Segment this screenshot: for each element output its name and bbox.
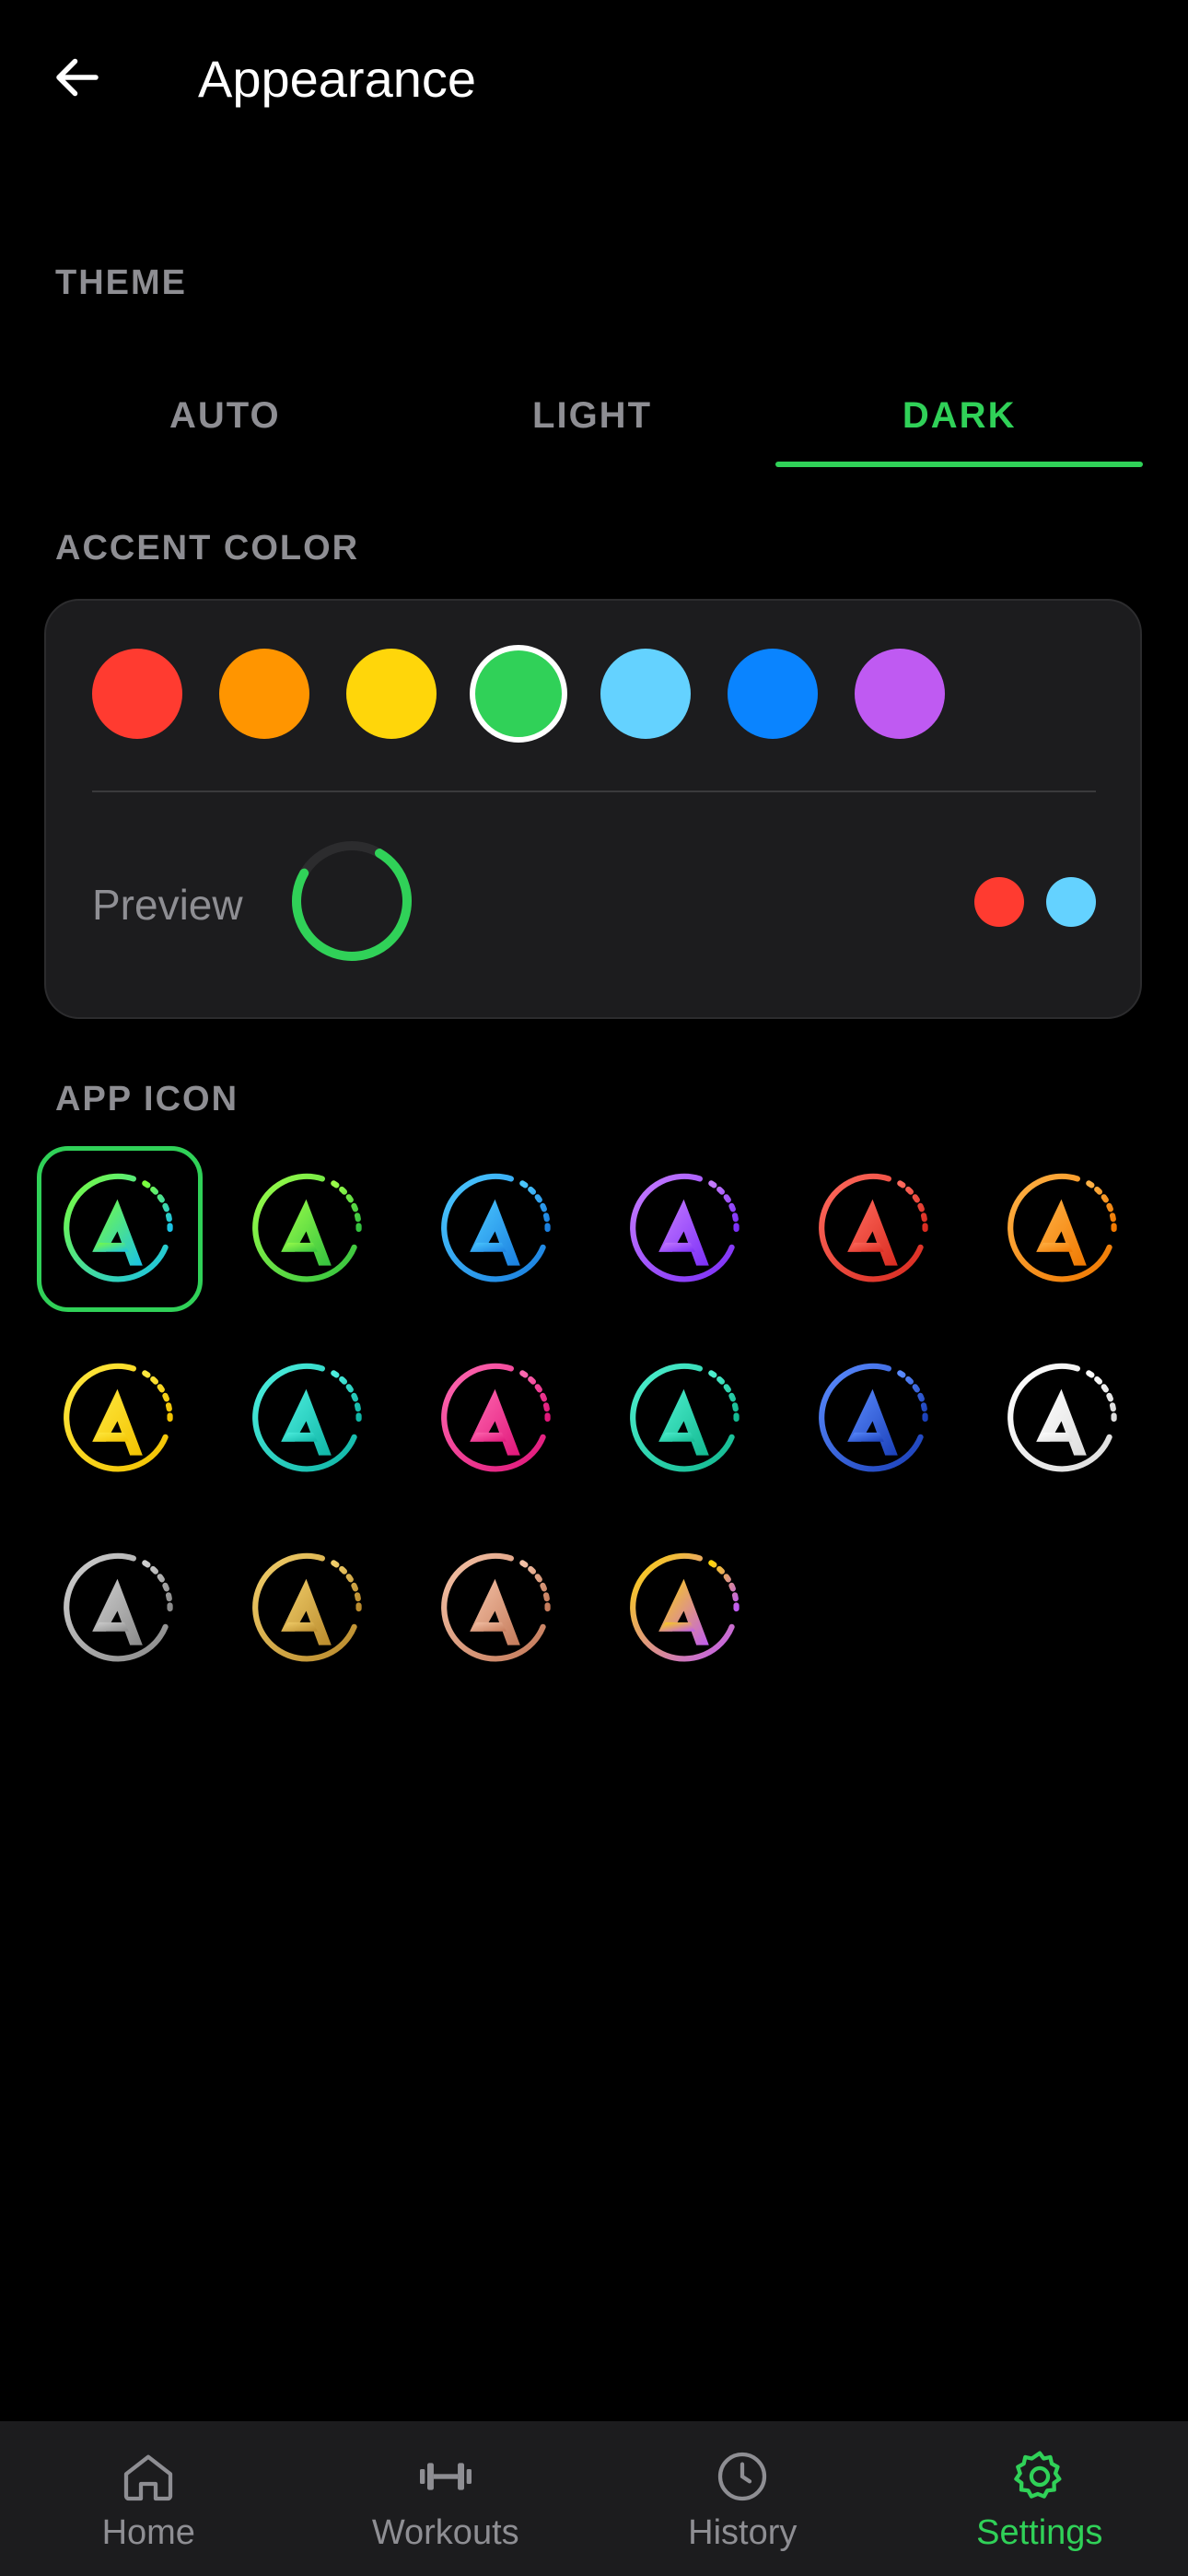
app-icon-option-red[interactable] <box>792 1146 958 1312</box>
app-icon-option-silver[interactable] <box>37 1526 203 1692</box>
nav-workouts[interactable]: Workouts <box>297 2421 595 2576</box>
app-logo-icon <box>441 1552 551 1662</box>
home-icon <box>124 2454 173 2501</box>
accent-color-card: Preview <box>44 599 1142 1019</box>
app-icon-option-blue[interactable] <box>414 1146 580 1312</box>
tab-auto[interactable]: AUTO <box>41 364 409 467</box>
app-logo-icon <box>630 1173 740 1282</box>
app-logo-icon <box>64 1363 173 1472</box>
gear-icon <box>1014 2451 1062 2499</box>
accent-swatch-6[interactable] <box>855 649 945 739</box>
app-logo-icon <box>252 1363 362 1472</box>
back-button[interactable] <box>44 44 111 111</box>
accent-swatch-4[interactable] <box>600 649 691 739</box>
app-logo-icon <box>819 1363 928 1472</box>
header: Appearance <box>0 0 1188 157</box>
accent-swatch-3[interactable] <box>470 645 567 743</box>
app-icon-option-rainbow[interactable] <box>603 1526 769 1692</box>
nav-history-label: History <box>688 2513 798 2552</box>
app-logo-icon <box>1007 1363 1117 1472</box>
preview-ring <box>292 841 412 961</box>
nav-workouts-label: Workouts <box>371 2513 519 2552</box>
tab-light[interactable]: LIGHT <box>409 364 776 467</box>
app-icon-option-rose-gold[interactable] <box>414 1526 580 1692</box>
accent-swatches <box>92 645 945 743</box>
app-icon-section-label: APP ICON <box>55 1080 239 1118</box>
accent-section-label: ACCENT COLOR <box>55 529 360 568</box>
app-logo-icon <box>1007 1173 1117 1282</box>
nav-home-label: Home <box>101 2513 195 2552</box>
app-logo-icon <box>630 1363 740 1472</box>
app-icon-option-gradient-green-blue[interactable] <box>37 1146 203 1312</box>
app-logo-icon <box>630 1552 740 1662</box>
preview-dots <box>974 877 1096 927</box>
app-icon-option-pink[interactable] <box>414 1336 580 1502</box>
app-icon-option-green[interactable] <box>226 1146 391 1312</box>
accent-swatch-2[interactable] <box>346 649 437 739</box>
app-logo-icon <box>64 1173 173 1282</box>
nav-history[interactable]: History <box>594 2421 891 2576</box>
app-logo-icon <box>441 1363 551 1472</box>
tab-dark[interactable]: DARK <box>775 364 1143 467</box>
app-icon-option-orange[interactable] <box>981 1146 1147 1312</box>
app-icon-option-gold[interactable] <box>226 1526 391 1692</box>
app-logo-icon <box>252 1552 362 1662</box>
nav-settings[interactable]: Settings <box>891 2421 1188 2576</box>
page-title: Appearance <box>198 50 477 108</box>
accent-swatch-0[interactable] <box>92 649 182 739</box>
app-icon-option-purple[interactable] <box>603 1146 769 1312</box>
app-icon-option-white[interactable] <box>981 1336 1147 1502</box>
theme-tabs: AUTO LIGHT DARK <box>41 364 1143 467</box>
nav-settings-label: Settings <box>976 2513 1103 2552</box>
arrow-left-icon <box>56 58 99 97</box>
nav-home[interactable]: Home <box>0 2421 297 2576</box>
preview-dot-0 <box>974 877 1024 927</box>
card-divider <box>92 790 1096 792</box>
preview-dot-1 <box>1046 877 1096 927</box>
accent-swatch-1[interactable] <box>219 649 309 739</box>
dumbbell-icon <box>419 2463 472 2490</box>
clock-icon <box>718 2452 767 2501</box>
app-icon-option-teal[interactable] <box>226 1336 391 1502</box>
preview-label: Preview <box>92 881 243 929</box>
theme-section-label: THEME <box>55 263 187 302</box>
accent-swatch-5[interactable] <box>728 649 818 739</box>
app-logo-icon <box>252 1173 362 1282</box>
app-icon-option-yellow[interactable] <box>37 1336 203 1502</box>
app-logo-icon <box>64 1552 173 1662</box>
bottom-nav: Home Workouts History Settings <box>0 2421 1188 2576</box>
app-logo-icon <box>441 1173 551 1282</box>
app-icon-option-navy[interactable] <box>792 1336 958 1502</box>
app-icon-option-mint[interactable] <box>603 1336 769 1502</box>
app-logo-icon <box>819 1173 928 1282</box>
